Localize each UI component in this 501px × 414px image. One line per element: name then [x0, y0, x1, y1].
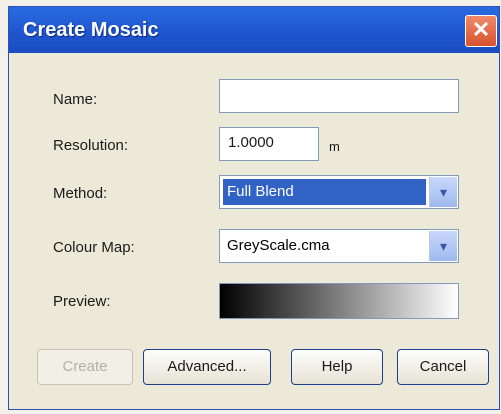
name-label: Name: — [53, 91, 98, 108]
resolution-unit: m — [329, 139, 340, 154]
resolution-label: Resolution: — [53, 137, 129, 154]
help-button[interactable]: Help — [291, 349, 383, 385]
chevron-down-icon[interactable]: ▾ — [429, 177, 457, 207]
preview-label: Preview: — [53, 293, 111, 310]
close-icon: ✕ — [471, 17, 491, 42]
close-button[interactable]: ✕ — [465, 15, 497, 47]
cancel-button[interactable]: Cancel — [397, 349, 489, 385]
resolution-input[interactable]: 1.0000 — [219, 127, 319, 161]
create-mosaic-dialog: Create Mosaic ✕ Name: Resolution: 1.0000… — [8, 6, 500, 410]
method-value: Full Blend — [223, 179, 426, 205]
colour-preview-gradient — [219, 283, 459, 319]
dialog-title: Create Mosaic — [23, 19, 159, 41]
chevron-down-icon[interactable]: ▾ — [429, 231, 457, 261]
method-label: Method: — [53, 185, 108, 202]
method-dropdown[interactable]: Full Blend ▾ — [219, 175, 459, 209]
colour-map-dropdown[interactable]: GreyScale.cma ▾ — [219, 229, 459, 263]
name-input[interactable] — [219, 79, 459, 113]
create-button[interactable]: Create — [37, 349, 133, 385]
colour-map-label: Colour Map: — [53, 239, 135, 256]
colour-map-value: GreyScale.cma — [227, 237, 330, 254]
advanced-button[interactable]: Advanced... — [143, 349, 271, 385]
resolution-value: 1.0000 — [228, 134, 274, 151]
title-bar: Create Mosaic ✕ — [9, 7, 499, 53]
